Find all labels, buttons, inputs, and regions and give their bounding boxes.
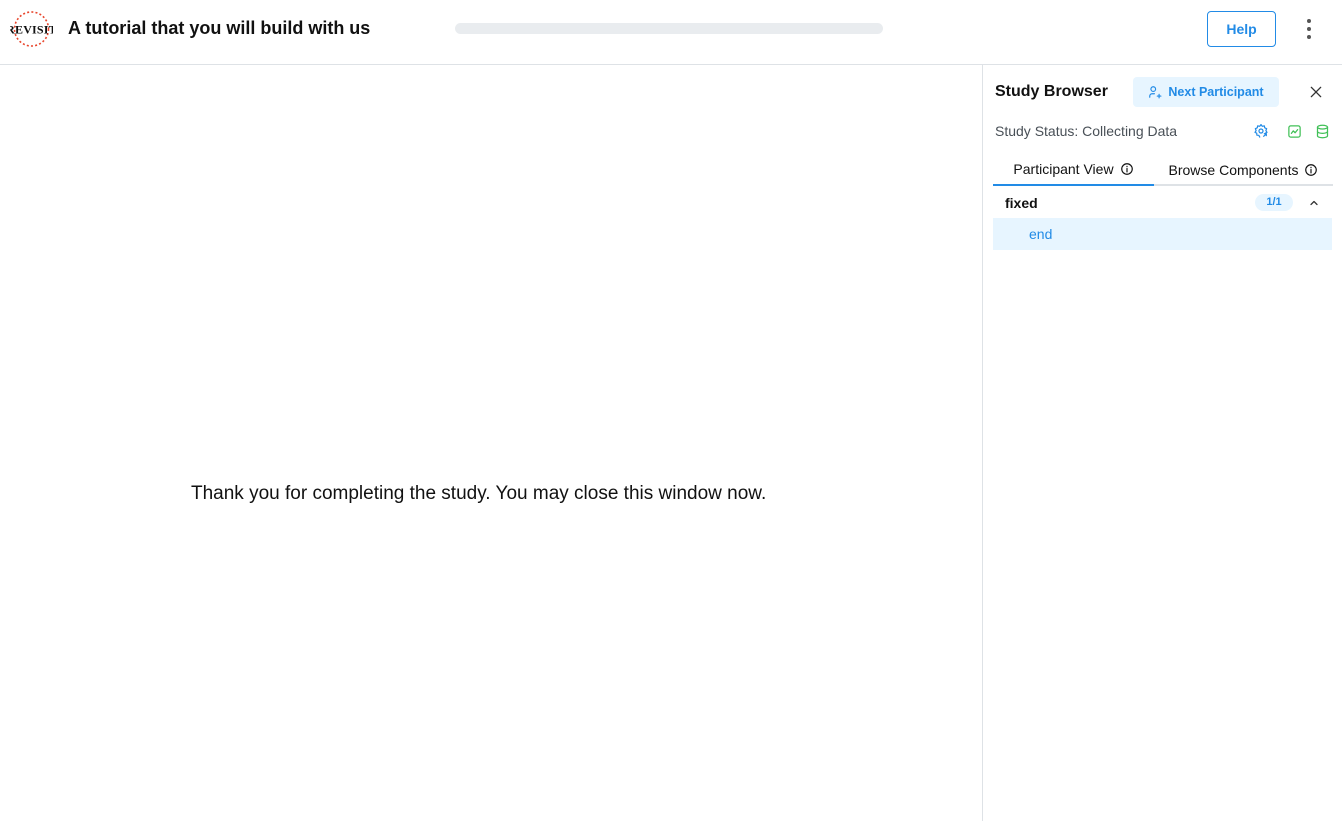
user-plus-icon <box>1149 86 1162 99</box>
app-header: REVISIT A tutorial that you will build w… <box>0 0 1342 65</box>
revisit-logo-icon: REVISIT <box>6 11 57 47</box>
tab-browse-components[interactable]: Browse Components <box>1154 153 1333 186</box>
study-status-text: Study Status: Collecting Data <box>995 123 1178 139</box>
study-progress-bar <box>455 23 883 34</box>
block-header-fixed[interactable]: fixed 1/1 <box>993 191 1333 217</box>
study-browser-tabs: Participant View Browse Components <box>993 153 1333 186</box>
tab-browse-components-label: Browse Components <box>1168 161 1299 178</box>
next-participant-button[interactable]: Next Participant <box>1133 77 1279 107</box>
chart-area-icon[interactable] <box>1285 122 1303 140</box>
study-browser-panel: Study Browser Next Participant Study Sta… <box>982 65 1342 821</box>
block-name: fixed <box>1005 195 1038 211</box>
svg-text:REVISIT: REVISIT <box>10 23 53 37</box>
info-circle-icon <box>1305 163 1318 176</box>
dots-vertical-icon[interactable] <box>1297 16 1321 42</box>
tab-participant-view[interactable]: Participant View <box>993 153 1154 186</box>
list-item-label: end <box>1029 226 1053 242</box>
settings-share-icon[interactable] <box>1252 122 1270 140</box>
study-title: A tutorial that you will build with us <box>68 18 371 38</box>
next-participant-label: Next Participant <box>1168 85 1264 99</box>
chevron-up-icon[interactable] <box>1306 195 1322 211</box>
help-button[interactable]: Help <box>1207 11 1276 47</box>
database-icon[interactable] <box>1313 122 1331 140</box>
list-item-end[interactable]: end <box>993 218 1332 250</box>
study-browser-title: Study Browser <box>995 83 1108 100</box>
close-icon[interactable] <box>1305 81 1327 103</box>
completion-message: Thank you for completing the study. You … <box>191 483 767 504</box>
info-circle-icon <box>1120 162 1133 175</box>
tab-participant-view-label: Participant View <box>1013 160 1114 177</box>
revisit-logo[interactable]: REVISIT <box>6 10 57 48</box>
study-content-area: Thank you for completing the study. You … <box>0 65 982 821</box>
block-count-badge: 1/1 <box>1255 194 1293 211</box>
